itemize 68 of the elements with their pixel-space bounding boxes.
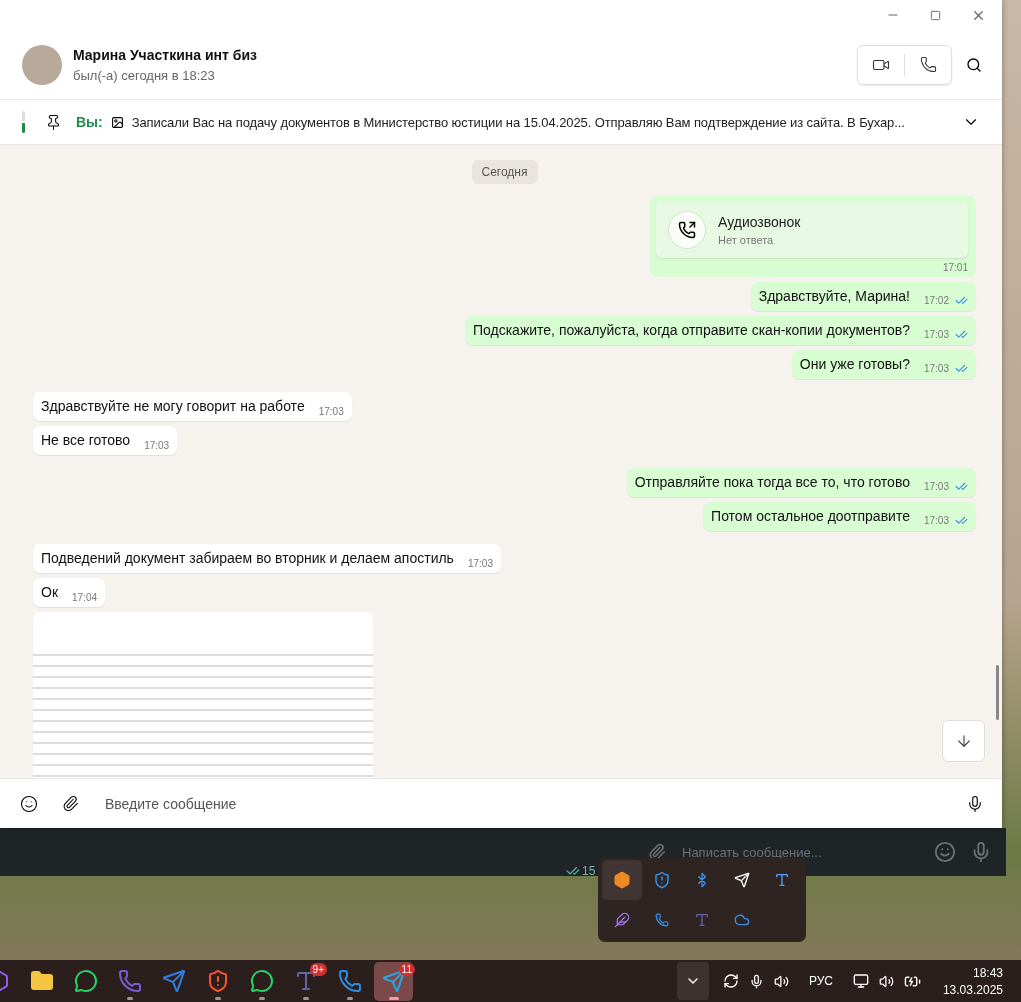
message-time: 17:03 [923,515,949,526]
last-seen-status: был(-а) сегодня в 18:23 [73,67,216,83]
running-indicator [214,996,221,1000]
maximize-icon[interactable] [930,9,941,21]
running-indicator [346,996,353,1000]
message-time: 15 [582,864,596,878]
call-card[interactable]: Аудиозвонок Нет ответа [656,202,968,258]
message-time: 17:03 [923,481,949,492]
keyboard-language[interactable]: РУС [808,974,833,988]
running-indicator [126,996,133,1000]
message-text: Подскажите, пожалуйста, когда отправите скан-копии документов? [472,322,910,339]
image-icon [110,115,124,129]
taskbar-app-button[interactable]: 9+ [286,961,325,1001]
message-text: Они уже готовы? [799,356,910,373]
paperclip-icon[interactable] [62,795,79,812]
scroll-down-button[interactable] [942,720,985,762]
taskbar-app-button[interactable]: 11 [374,961,413,1001]
clock-date[interactable]: 13.03.2025 [942,982,1003,997]
network-icon[interactable] [852,973,869,989]
speaker-icon[interactable] [773,973,789,989]
paperclip-icon[interactable] [648,843,666,861]
search-icon[interactable] [966,56,982,73]
pinned-text: Записали Вас на подачу документов в Министерство юстиции на 15.04.2025. Отправляю Вам подтверждение из сайта. В Бухар... [131,114,906,130]
phone-icon [117,969,142,993]
folder-icon [29,969,54,993]
chat-bubble-icon [73,969,98,993]
notification-badge: 9+ [309,962,327,976]
running-indicator [258,996,265,1000]
message-text: Не все готово [41,432,131,449]
pinned-sender: Вы: [76,114,103,130]
outgoing-call-icon [678,221,696,239]
message-text: Потом остальное доотправите [711,508,910,525]
message-time: 17:03 [144,440,170,451]
message-time: 17:03 [318,406,344,417]
message-text: Здравствуйте не могу говорит на работе [41,398,305,415]
call-title: Аудиозвонок [718,214,801,230]
tray-app-icon[interactable] [602,860,642,900]
microphone-icon[interactable] [966,794,984,813]
message-time: 17:03 [923,329,949,340]
running-indicator [388,996,399,1000]
notification-badge: 11 [398,962,415,976]
running-indicator [302,996,309,1000]
phone-icon [919,56,937,73]
clock-time[interactable]: 18:43 [972,965,1003,980]
message-time: 17:03 [467,558,493,569]
contact-name: Марина Участкина инт биз [73,46,258,63]
message-text: Ок [41,584,58,601]
microphone-icon[interactable] [748,973,764,989]
sync-icon[interactable] [722,973,739,989]
message-time: 17:01 [942,262,968,273]
chat-bubble-icon [249,969,274,993]
message-time: 17:03 [923,363,949,374]
message-time: 17:04 [72,592,98,603]
pin-icon [45,113,62,131]
speaker-icon[interactable] [878,973,894,989]
message-text: Здравствуйте, Марина! [758,288,910,305]
message-text: Отправляйте пока тогда все то, что готово [634,474,910,491]
emoji-icon[interactable] [20,794,38,813]
message-time: 17:02 [923,295,949,306]
message-text: Подведений документ забираем во вторник и делаем апостиль [41,550,454,567]
call-status: Нет ответа [718,234,775,246]
tray-chevron-button[interactable] [676,962,709,1000]
avatar [22,44,62,85]
scrollbar-thumb[interactable] [996,665,999,720]
phone-icon [337,969,362,993]
pin-indicator [22,111,25,133]
message-input[interactable]: Написать сообщение... [680,843,920,861]
double-check-icon [566,864,580,878]
